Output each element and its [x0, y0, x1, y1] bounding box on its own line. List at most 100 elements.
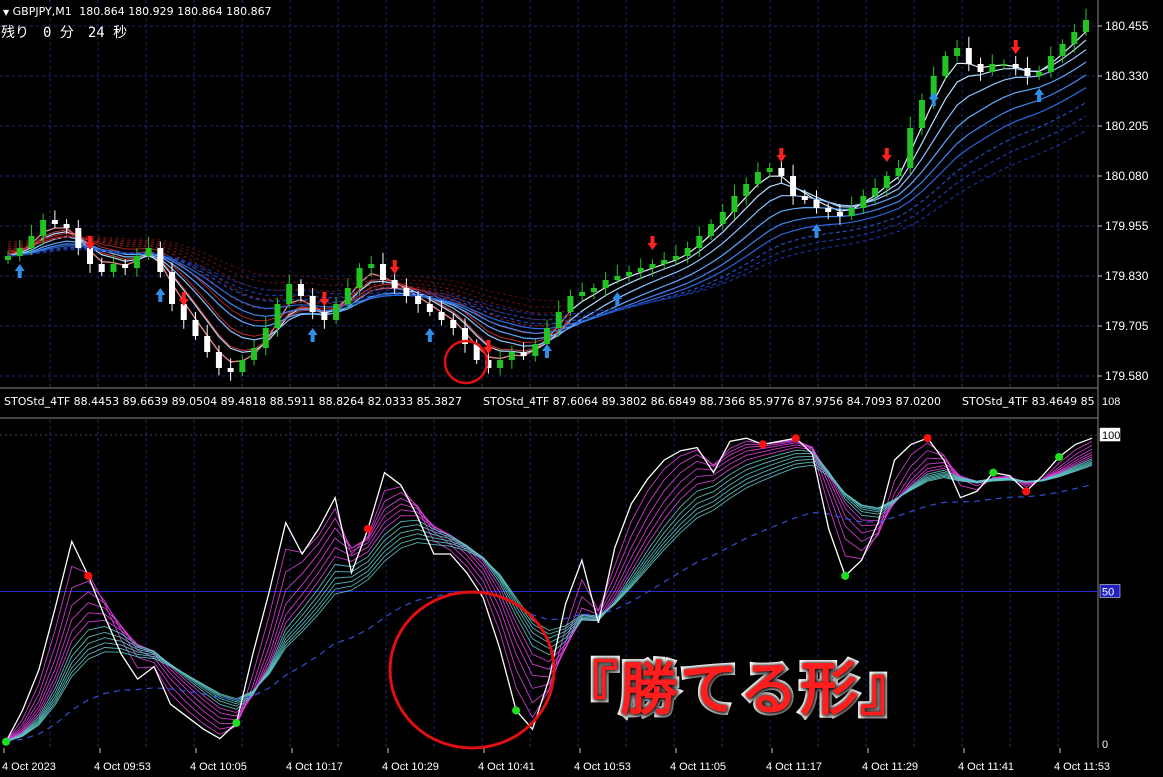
candle-body: [719, 212, 726, 224]
candle-body: [801, 196, 808, 200]
candle-body: [87, 248, 94, 264]
candle-body: [262, 328, 269, 348]
candle-body: [75, 228, 82, 248]
stoch-signal-dot: [364, 524, 372, 533]
candle-body: [215, 352, 222, 368]
ma-line: [7, 39, 1087, 354]
candle-body: [825, 208, 832, 212]
candle-body: [5, 256, 11, 260]
stoch-axis-label: 100: [1102, 430, 1120, 442]
candle-body: [567, 296, 574, 312]
candle-body: [63, 224, 70, 228]
price-tick-label: 180.455: [1105, 19, 1149, 33]
candle-body: [942, 56, 949, 76]
candle-body: [555, 312, 562, 328]
time-tick-label: 4 Oct 11:41: [958, 761, 1014, 773]
candle-body: [145, 248, 152, 256]
candle-body: [438, 312, 445, 320]
time-tick-label: 4 Oct 11:05: [670, 761, 726, 773]
candle-body: [696, 236, 703, 248]
candle-body: [766, 168, 773, 172]
dropdown-triangle-icon[interactable]: ▼: [3, 8, 9, 17]
ma-line: [7, 31, 1087, 363]
candle-body: [544, 328, 550, 344]
price-tick-label: 179.580: [1105, 369, 1149, 383]
candle-body: [1047, 56, 1054, 72]
candle-body: [907, 128, 914, 168]
candle-body: [344, 288, 351, 304]
candle-body: [579, 292, 586, 296]
time-tick-label: 4 Oct 10:29: [382, 761, 439, 773]
candle-body: [883, 176, 890, 188]
price-tick-label: 180.330: [1105, 69, 1149, 83]
candle-body: [180, 304, 187, 320]
candle-body: [379, 264, 386, 280]
candle-body: [1024, 68, 1031, 76]
candle-body: [415, 296, 422, 304]
candle-body: [497, 360, 504, 368]
signal-down-arrow-icon: [776, 148, 787, 162]
candle-body: [684, 248, 691, 256]
candle-body: [954, 48, 961, 56]
annotation-winning-shape: 『勝てる形』: [557, 652, 921, 726]
price-axis: 180.455 180.330 180.205 180.080 179.955 179.8…: [1098, 19, 1149, 383]
stoch-signal-dot: [758, 440, 767, 449]
price-tick-label: 179.955: [1105, 219, 1149, 233]
candle-body: [51, 220, 58, 224]
candle-body: [813, 200, 820, 208]
candle-body: [708, 224, 715, 236]
time-axis: 4 Oct 2023 4 Oct 09:53 4 Oct 10:05 4 Oct 10…: [2, 748, 1110, 773]
candle-body: [391, 280, 398, 288]
time-tick-label: 4 Oct 11:29: [862, 761, 918, 773]
candle-body: [356, 268, 363, 288]
signal-down-arrow-icon: [319, 292, 330, 306]
symbol-header[interactable]: ▼ GBPJPY,M1 180.864 180.929 180.864 180.…: [3, 5, 272, 18]
price-tick-label: 180.080: [1105, 169, 1149, 183]
stoch-signal-dot: [232, 718, 241, 727]
stoch-signal-dot: [2, 737, 10, 746]
candle-body: [333, 304, 340, 320]
time-tick-label: 4 Oct 09:53: [94, 761, 151, 773]
candle-body: [918, 100, 925, 128]
candle-body: [602, 280, 609, 288]
highlight-circle-price: [443, 339, 489, 385]
candle-body: [977, 64, 984, 72]
symbol-timeframe: GBPJPY,M1: [12, 5, 72, 18]
candle-body: [297, 284, 304, 296]
signal-up-arrow-icon: [14, 264, 25, 278]
signal-down-arrow-icon: [881, 148, 892, 162]
stoch-trend-line: [5, 484, 1093, 743]
time-tick-label: 4 Oct 10:53: [574, 761, 631, 773]
candle-body: [649, 264, 656, 268]
candle-body: [790, 176, 797, 196]
price-tick-label: 179.830: [1105, 269, 1149, 283]
stoch-axis-label: 0: [1102, 739, 1108, 751]
candle-body: [16, 248, 23, 256]
candle-body: [40, 220, 47, 236]
stoch-axis-label: 50: [1102, 587, 1114, 599]
candle-body: [274, 304, 281, 328]
candle-body: [1071, 32, 1078, 44]
candle-body: [872, 188, 879, 196]
candle-body: [965, 48, 972, 64]
candle-body: [450, 320, 457, 328]
time-tick-label: 4 Oct 11:53: [1054, 761, 1110, 773]
candle-body: [520, 352, 527, 356]
ma-ribbon: [7, 31, 1087, 363]
time-tick-label: 4 Oct 10:17: [286, 761, 343, 773]
stoch-signal-dot: [84, 571, 93, 580]
candle-body: [239, 360, 246, 372]
signal-down-arrow-icon: [389, 260, 400, 274]
price-tick-label: 180.205: [1105, 119, 1149, 133]
stoch-signal-dot: [791, 434, 800, 443]
countdown-timer: 残り 0 分 24 秒: [1, 25, 128, 41]
candle-body: [1000, 64, 1007, 66]
candle-body: [192, 320, 199, 336]
time-tick-label: 4 Oct 11:17: [766, 761, 822, 773]
candle-body: [110, 264, 117, 272]
candle-body: [508, 352, 515, 360]
candle-body: [309, 296, 316, 312]
signal-up-arrow-icon: [307, 328, 318, 342]
candle-body: [661, 260, 668, 264]
stoch-signal-dot: [841, 571, 850, 580]
